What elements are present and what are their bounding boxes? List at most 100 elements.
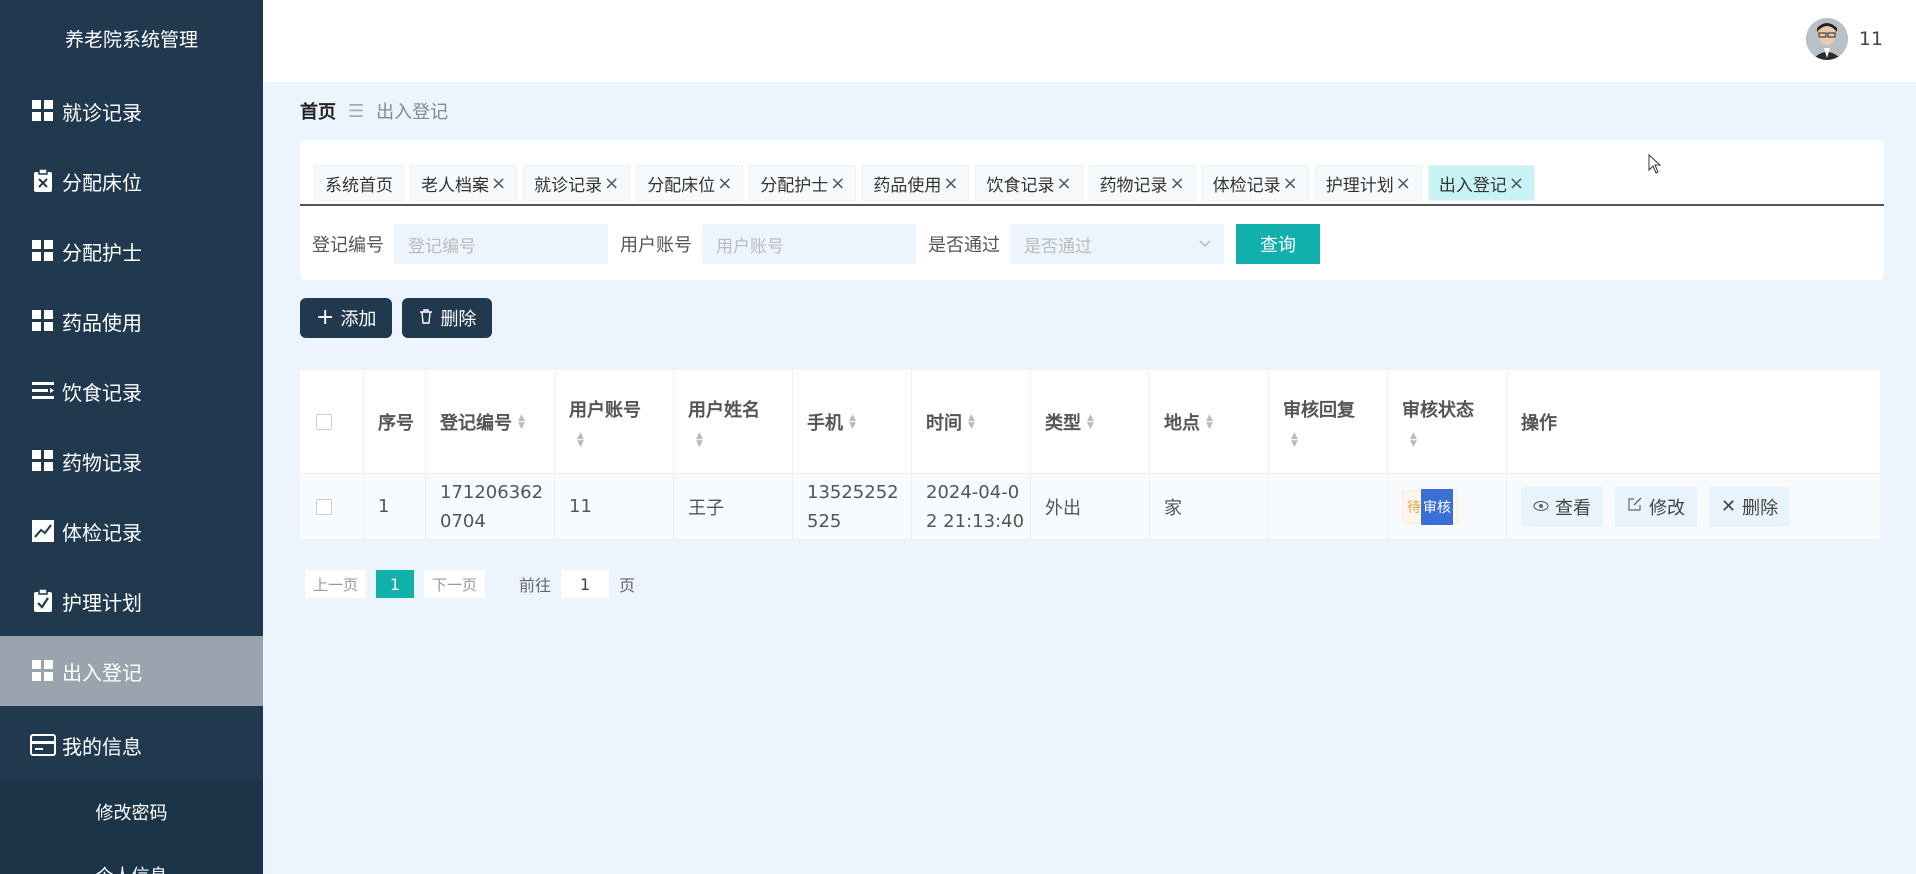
tab-drugs[interactable]: 药物记录 × — [1088, 165, 1196, 201]
grid-icon — [30, 98, 56, 124]
sidebar-item-label: 药品使用 — [62, 310, 142, 335]
cell-phone: 13525252 525 — [793, 474, 912, 539]
grid-icon — [30, 308, 56, 334]
sort-icon[interactable]: ▲ ▼ — [1410, 431, 1417, 448]
select-all-cell — [300, 370, 364, 473]
query-button[interactable]: 查询 — [1236, 224, 1320, 264]
sidebar-item-label: 分配护士 — [62, 240, 142, 265]
tab-home[interactable]: 系统首页 — [314, 165, 404, 201]
prev-page-button[interactable]: 上一页 — [305, 570, 367, 598]
row-select-cell — [300, 474, 364, 539]
tab-label: 出入登记 — [1438, 175, 1507, 196]
tab-elder-archive[interactable]: 老人档案 × — [410, 165, 518, 201]
sort-icon[interactable]: ▲ ▼ — [696, 431, 703, 448]
tab-checkup[interactable]: 体检记录 × — [1201, 165, 1309, 201]
header-time[interactable]: 时间 ▲ ▼ — [912, 370, 1031, 473]
tab-label: 体检记录 — [1212, 175, 1281, 196]
tab-nurses[interactable]: 分配护士 × — [749, 165, 857, 201]
close-icon[interactable]: × — [1509, 173, 1524, 194]
username[interactable]: 11 — [1859, 28, 1883, 50]
close-icon[interactable]: × — [1396, 173, 1411, 194]
cell-type: 外出 — [1031, 474, 1150, 539]
sort-icon[interactable]: ▲ ▼ — [1206, 413, 1213, 430]
tab-care-plan[interactable]: 护理计划 × — [1314, 165, 1422, 201]
add-button[interactable]: + 添加 — [300, 298, 393, 338]
next-page-button[interactable]: 下一页 — [424, 570, 486, 598]
submenu-item-personal-info[interactable]: 个人信息 — [0, 843, 263, 874]
sidebar-item-beds[interactable]: 分配床位 — [0, 146, 263, 216]
sort-icon[interactable]: ▲ ▼ — [1087, 413, 1094, 430]
sort-icon[interactable]: ▲ ▼ — [518, 413, 525, 430]
sidebar-item-medicine-use[interactable]: 药品使用 — [0, 286, 263, 356]
grid-icon — [30, 448, 56, 474]
sort-icon[interactable]: ▲ ▼ — [968, 413, 975, 430]
edit-button-label: 修改 — [1649, 497, 1685, 519]
sort-icon[interactable]: ▲ ▼ — [577, 431, 584, 448]
view-button[interactable]: 查看 — [1521, 486, 1603, 527]
tab-beds[interactable]: 分配床位 × — [636, 165, 744, 201]
close-icon[interactable]: × — [943, 173, 958, 194]
sort-icon[interactable]: ▲ ▼ — [1291, 431, 1298, 448]
tab-medicine-use[interactable]: 药品使用 × — [862, 165, 970, 201]
header-label: 序号 — [378, 412, 414, 434]
add-button-label: 添加 — [340, 309, 377, 330]
close-icon[interactable]: × — [1283, 173, 1298, 194]
sidebar-item-diet[interactable]: 饮食记录 — [0, 356, 263, 426]
tabs-divider — [300, 204, 1884, 206]
sidebar-item-my-info[interactable]: 我的信息 — [0, 710, 263, 780]
close-icon[interactable]: × — [1170, 173, 1185, 194]
avatar[interactable] — [1806, 18, 1848, 60]
delete-button[interactable]: 删除 — [402, 298, 493, 338]
sidebar-item-label: 我的信息 — [62, 734, 142, 759]
header-code[interactable]: 登记编号 ▲ ▼ — [426, 370, 555, 473]
sort-icon[interactable]: ▲ ▼ — [849, 413, 856, 430]
sidebar-item-visits[interactable]: 就诊记录 — [0, 76, 263, 146]
header-phone[interactable]: 手机 ▲ ▼ — [793, 370, 912, 473]
cell-status: 待审核 — [1388, 474, 1507, 539]
plus-icon: + — [316, 305, 335, 330]
sidebar-item-label: 体检记录 — [62, 520, 142, 545]
breadcrumb-home[interactable]: 首页 — [300, 98, 336, 124]
tab-entry-exit[interactable]: 出入登记 × — [1427, 165, 1535, 201]
sidebar-item-entry-exit[interactable]: 出入登记 — [0, 636, 263, 706]
search-input-account[interactable]: 用户账号 — [702, 224, 916, 264]
search-label-account: 用户账号 — [620, 235, 692, 256]
cell-phone-line1: 13525252 — [807, 481, 899, 503]
sidebar-item-nurses[interactable]: 分配护士 — [0, 216, 263, 286]
search-select-approved[interactable]: 是否通过 — [1010, 224, 1224, 264]
close-icon[interactable]: × — [830, 173, 845, 194]
close-icon: ✕ — [1721, 496, 1737, 517]
select-all-checkbox[interactable] — [316, 413, 332, 430]
view-button-label: 查看 — [1555, 497, 1591, 519]
close-icon[interactable]: × — [717, 173, 732, 194]
close-icon[interactable]: × — [491, 173, 506, 194]
header-name[interactable]: 用户姓名 ▲ ▼ — [674, 370, 793, 473]
breadcrumb-current: 出入登记 — [376, 102, 449, 123]
header-ops: 操作 — [1507, 370, 1880, 473]
submenu-item-change-password[interactable]: 修改密码 — [0, 780, 263, 843]
sidebar-item-care-plan[interactable]: 护理计划 — [0, 566, 263, 636]
row-checkbox[interactable] — [316, 498, 332, 515]
page-unit-label: 页 — [619, 576, 636, 595]
header-place[interactable]: 地点 ▲ ▼ — [1150, 370, 1269, 473]
sidebar-item-drugs[interactable]: 药物记录 — [0, 426, 263, 496]
page-number-current[interactable]: 1 — [376, 570, 415, 598]
goto-page-input[interactable]: 1 — [561, 570, 610, 598]
header-reply[interactable]: 审核回复 ▲ ▼ — [1269, 370, 1388, 473]
tab-label: 分配床位 — [647, 175, 716, 196]
tab-diet[interactable]: 饮食记录 × — [975, 165, 1083, 201]
edit-button[interactable]: 修改 — [1615, 486, 1697, 527]
sidebar-item-checkup[interactable]: 体检记录 — [0, 496, 263, 566]
cell-time: 2024-04-0 2 21:13:40 — [912, 474, 1031, 539]
search-input-code[interactable]: 登记编号 — [394, 224, 608, 264]
header-account[interactable]: 用户账号 ▲ ▼ — [555, 370, 674, 473]
header-type[interactable]: 类型 ▲ ▼ — [1031, 370, 1150, 473]
close-icon[interactable]: × — [1056, 173, 1071, 194]
header-label: 审核回复 — [1283, 399, 1355, 421]
cell-index: 1 — [364, 474, 426, 539]
tab-visits[interactable]: 就诊记录 × — [523, 165, 631, 201]
row-delete-button[interactable]: ✕ 删除 — [1709, 486, 1791, 527]
close-icon[interactable]: × — [604, 173, 619, 194]
cell-code-line1: 171206362 — [440, 481, 544, 503]
header-status[interactable]: 审核状态 ▲ ▼ — [1388, 370, 1507, 473]
